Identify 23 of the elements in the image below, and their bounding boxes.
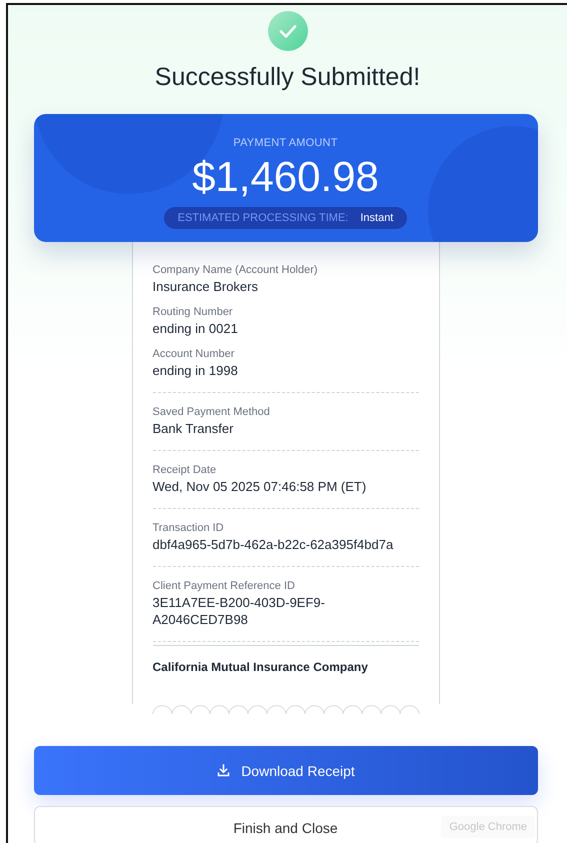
field-label: Client Payment Reference ID <box>152 580 296 592</box>
success-title: Successfully Submitted! <box>154 63 420 92</box>
field-label: Company Name (Account Holder) <box>152 264 319 276</box>
download-icon <box>216 763 232 778</box>
field-label: Saved Payment Method <box>152 406 271 418</box>
download-receipt-button[interactable]: Download Receipt <box>34 746 538 795</box>
field-value: 3E11A7EE-B200-403D-9EF9-A2046CED7B98 <box>152 594 326 628</box>
field-value: ending in 0021 <box>152 320 239 337</box>
processing-time-label: ESTIMATED PROCESSING TIME: <box>178 212 348 224</box>
company-name: California Mutual Insurance Company <box>152 644 418 704</box>
field-value: dbf4a965-5d7b-462a-b22c-62a395f4bd7a <box>152 536 394 553</box>
payment-amount: $1,460.98 <box>192 153 379 201</box>
payment-amount-label: PAYMENT AMOUNT <box>233 137 338 149</box>
field-value: Bank Transfer <box>152 420 234 437</box>
success-check-icon <box>268 11 308 51</box>
processing-time-value: Instant <box>360 212 394 224</box>
field-label: Account Number <box>152 348 236 360</box>
field-label: Transaction ID <box>152 522 225 534</box>
field-label: Routing Number <box>152 306 234 318</box>
field-value: ending in 1998 <box>152 362 239 379</box>
field-value: Wed, Nov 05 2025 07:46:58 PM (ET) <box>152 478 368 495</box>
field-label: Receipt Date <box>152 464 218 476</box>
field-value: Insurance Brokers <box>152 278 259 295</box>
